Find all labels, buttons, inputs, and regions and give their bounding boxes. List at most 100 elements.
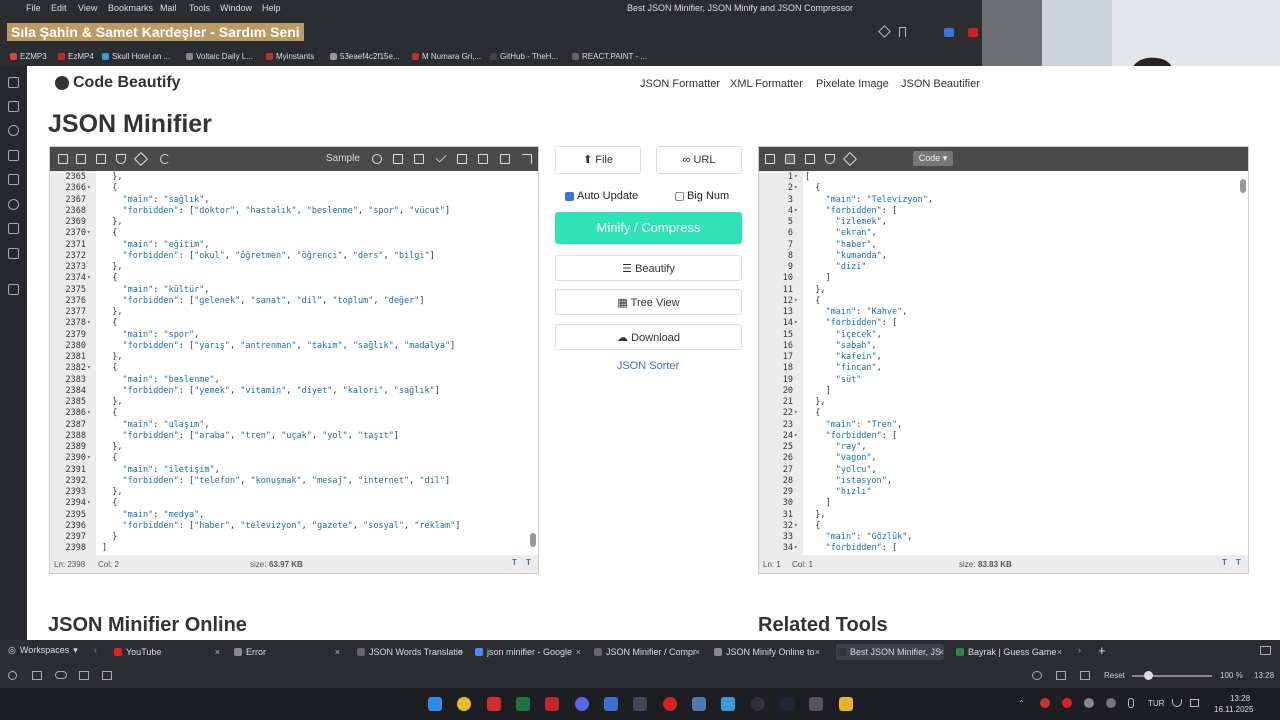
browser-tab[interactable]: Best JSON Minifier, JS × [836,644,944,660]
bookmark-item[interactable]: EZMP3 [10,52,47,61]
filter-icon[interactable] [116,154,126,164]
fullscreen-icon[interactable] [522,154,532,164]
menu-bookmarks[interactable]: Bookmarks [108,3,153,13]
file-explorer-icon[interactable] [692,697,706,711]
menu-file[interactable]: File [26,3,41,13]
nav-pixelate-image[interactable]: Pixelate Image [816,78,889,90]
url-button[interactable]: ∞ URL [656,146,742,174]
zoom-slider[interactable] [1132,671,1212,680]
app-icon[interactable] [604,697,618,711]
menu-edit[interactable]: Edit [51,3,67,13]
page-action-icon[interactable] [1032,671,1042,680]
reader-view-icon[interactable] [1056,671,1066,680]
discord-icon[interactable] [575,697,589,711]
bookmark-item[interactable]: M Numara Gri,... [412,52,481,61]
print-icon[interactable] [457,154,467,164]
vivaldi-icon[interactable] [487,697,501,711]
text-size-icon[interactable]: T [512,558,517,567]
tray-overflow-icon[interactable]: ⌃ [1018,699,1025,708]
window-icon[interactable] [79,671,89,680]
app-icon[interactable] [633,697,647,711]
fold-toggle-icon[interactable]: ▾ [794,173,798,180]
bookmarks-panel-icon[interactable] [8,77,19,88]
json-sorter-link[interactable]: JSON Sorter [547,360,749,372]
settings-gear-icon[interactable] [8,671,17,680]
sort-icon[interactable] [805,154,815,164]
format-icon[interactable] [58,154,68,164]
copy-icon[interactable] [500,154,510,164]
translate-panel-icon[interactable] [8,223,19,234]
file-button[interactable]: ⬆ File [555,146,641,174]
fold-toggle-icon[interactable]: ▾ [794,319,798,326]
editor-scrollbar[interactable] [530,533,536,547]
save-icon[interactable] [414,154,424,164]
text-size-icon[interactable]: T [1222,558,1227,567]
fold-toggle-icon[interactable]: ▾ [87,499,91,506]
tab-close-icon[interactable]: × [1057,644,1062,660]
browser-tab[interactable]: json minifier - Google × [473,644,581,660]
nav-json-beautifier[interactable]: JSON Beautifier [901,78,980,90]
fold-toggle-icon[interactable]: ▾ [87,454,91,461]
tab-close-icon[interactable]: × [458,644,463,660]
fold-toggle-icon[interactable]: ▾ [87,409,91,416]
browser-tab[interactable]: JSON Minify Online to × [712,644,820,660]
site-logo[interactable]: Code Beautify [55,74,181,92]
browser-tab[interactable]: Error × [232,644,340,660]
fold-toggle-icon[interactable]: ▾ [794,297,798,304]
history-panel-icon[interactable] [8,125,19,136]
fold-toggle-icon[interactable]: ▾ [794,184,798,191]
cloud-sync-icon[interactable] [55,671,67,679]
fold-toggle-icon[interactable]: ▾ [794,522,798,529]
tab-close-icon[interactable]: × [695,644,700,660]
app-icon[interactable] [721,697,735,711]
terminal-icon[interactable] [516,697,530,711]
steam-icon[interactable] [780,697,794,711]
capture-icon[interactable] [102,671,112,680]
tray-app-icon[interactable] [1040,698,1050,708]
tray-app-icon[interactable] [1106,698,1116,708]
open-folder-icon[interactable] [393,154,403,164]
tab-close-icon[interactable]: × [215,644,220,660]
minify-compress-button[interactable]: Minify / Compress [555,212,742,244]
menu-help[interactable]: Help [262,3,281,13]
fold-toggle-icon[interactable]: ▾ [87,319,91,326]
browser-tab[interactable]: YouTube × [112,644,220,660]
menu-mail[interactable]: Mail [160,3,177,13]
repair-icon[interactable] [133,151,149,167]
menu-view[interactable]: View [78,3,97,13]
tab-options-icon[interactable] [1260,646,1271,655]
folder-icon[interactable] [839,697,853,711]
fold-toggle-icon[interactable]: ▾ [794,432,798,439]
input-code-editor[interactable]: 2365 }, 2366 ▾ {2367 "main": "sağlık", 2368… [50,171,538,555]
tree-view-button[interactable]: ▦ Tree View [555,289,742,315]
record-extension-icon[interactable] [968,28,978,37]
fold-toggle-icon[interactable]: ▾ [87,364,91,371]
bookmark-icon[interactable] [899,27,906,37]
extension-icon[interactable] [944,28,954,37]
reading-list-icon[interactable] [8,174,19,185]
filezilla-icon[interactable] [545,697,559,711]
bookmark-item[interactable]: GitHub - TheH... [490,52,558,61]
tray-app-icon[interactable] [1062,698,1072,708]
validate-check-icon[interactable] [435,151,447,163]
fold-toggle-icon[interactable]: ▾ [794,207,798,214]
tab-close-icon[interactable]: × [815,644,820,660]
address-field[interactable]: Sıla Şahin & Samet Kardeşler - Sardım Se… [7,23,304,41]
microphone-icon[interactable] [1128,698,1134,708]
reset-zoom-button[interactable]: Reset [1104,671,1125,680]
fold-toggle-icon[interactable]: ▾ [87,229,91,236]
mail-panel-icon[interactable] [8,248,19,259]
bookmark-item[interactable]: Skull Hotel on ... [102,52,170,61]
browser-tab[interactable]: Bayrak | Guess Game × [954,644,1062,660]
downloads-panel-icon[interactable] [8,101,19,112]
mode-select[interactable]: Code ▾ [913,151,953,166]
browser-tab[interactable]: JSON Minifier / Compr × [592,644,700,660]
add-web-panel-icon[interactable] [8,284,19,295]
bookmark-item[interactable]: REACT.PAINT - ... [572,52,647,61]
menu-tools[interactable]: Tools [189,3,210,13]
nav-xml-formatter[interactable]: XML Formatter [730,78,803,90]
nav-json-formatter[interactable]: JSON Formatter [640,78,720,90]
notes-panel-icon[interactable] [8,150,19,161]
tray-app-icon[interactable] [1084,698,1094,708]
sample-button[interactable]: Sample [326,153,360,164]
